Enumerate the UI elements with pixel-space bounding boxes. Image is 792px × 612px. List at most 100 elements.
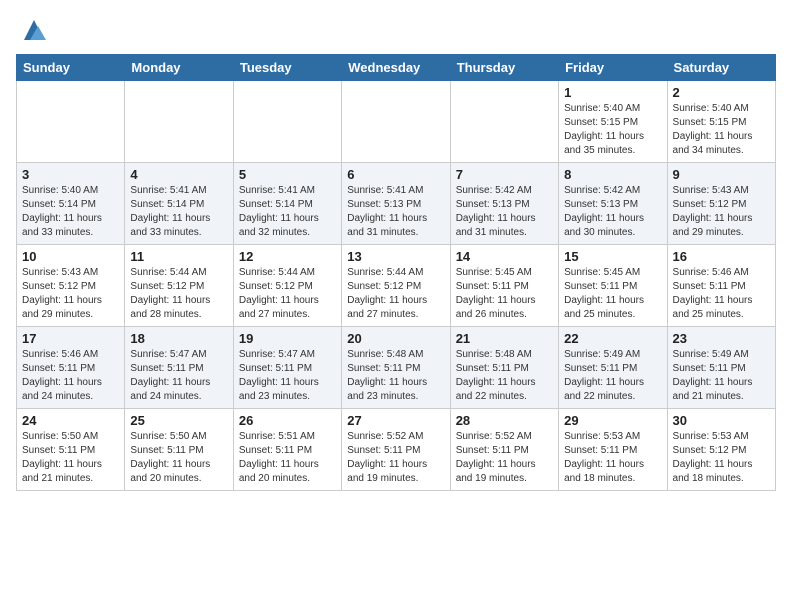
calendar-cell: 10 Sunrise: 5:43 AM Sunset: 5:12 PM Dayli… [17, 245, 125, 327]
day-info: Sunrise: 5:45 AM Sunset: 5:11 PM Dayligh… [456, 266, 553, 322]
day-number: 10 [22, 249, 119, 264]
calendar-cell [17, 81, 125, 163]
calendar-table: SundayMondayTuesdayWednesdayThursdayFrid… [16, 54, 776, 491]
calendar-cell: 15 Sunrise: 5:45 AM Sunset: 5:11 PM Dayli… [559, 245, 667, 327]
calendar-cell: 21 Sunrise: 5:48 AM Sunset: 5:11 PM Dayli… [450, 327, 558, 409]
calendar-cell: 6 Sunrise: 5:41 AM Sunset: 5:13 PM Daylig… [342, 163, 450, 245]
day-number: 26 [239, 413, 336, 428]
day-number: 23 [673, 331, 770, 346]
day-info: Sunrise: 5:45 AM Sunset: 5:11 PM Dayligh… [564, 266, 661, 322]
column-header-tuesday: Tuesday [233, 55, 341, 81]
day-number: 8 [564, 167, 661, 182]
column-header-monday: Monday [125, 55, 233, 81]
day-info: Sunrise: 5:53 AM Sunset: 5:11 PM Dayligh… [564, 430, 661, 486]
day-info: Sunrise: 5:47 AM Sunset: 5:11 PM Dayligh… [130, 348, 227, 404]
calendar-cell: 7 Sunrise: 5:42 AM Sunset: 5:13 PM Daylig… [450, 163, 558, 245]
calendar-cell: 22Sunrise: 5:49 AM Sunset: 5:11 PM Dayli… [559, 327, 667, 409]
day-info: Sunrise: 5:40 AM Sunset: 5:15 PM Dayligh… [673, 102, 770, 158]
calendar-week-row: 3 Sunrise: 5:40 AM Sunset: 5:14 PM Daylig… [17, 163, 776, 245]
calendar-cell [342, 81, 450, 163]
day-info: Sunrise: 5:48 AM Sunset: 5:11 PM Dayligh… [456, 348, 553, 404]
page-header [16, 16, 776, 44]
day-info: Sunrise: 5:43 AM Sunset: 5:12 PM Dayligh… [673, 184, 770, 240]
column-header-wednesday: Wednesday [342, 55, 450, 81]
calendar-week-row: 24 Sunrise: 5:50 AM Sunset: 5:11 PM Dayli… [17, 409, 776, 491]
day-number: 19 [239, 331, 336, 346]
day-info: Sunrise: 5:47 AM Sunset: 5:11 PM Dayligh… [239, 348, 336, 404]
day-number: 16 [673, 249, 770, 264]
day-number: 20 [347, 331, 444, 346]
day-info: Sunrise: 5:42 AM Sunset: 5:13 PM Dayligh… [456, 184, 553, 240]
day-number: 11 [130, 249, 227, 264]
calendar-cell: 17 Sunrise: 5:46 AM Sunset: 5:11 PM Dayli… [17, 327, 125, 409]
day-info: Sunrise: 5:52 AM Sunset: 5:11 PM Dayligh… [456, 430, 553, 486]
day-info: Sunrise: 5:49 AM Sunset: 5:11 PM Dayligh… [673, 348, 770, 404]
calendar-cell: 16 Sunrise: 5:46 AM Sunset: 5:11 PM Dayli… [667, 245, 775, 327]
calendar-cell: 19 Sunrise: 5:47 AM Sunset: 5:11 PM Dayli… [233, 327, 341, 409]
day-info: Sunrise: 5:42 AM Sunset: 5:13 PM Dayligh… [564, 184, 661, 240]
calendar-week-row: 17 Sunrise: 5:46 AM Sunset: 5:11 PM Dayli… [17, 327, 776, 409]
day-number: 15 [564, 249, 661, 264]
day-number: 24 [22, 413, 119, 428]
day-number: 3 [22, 167, 119, 182]
calendar-week-row: 1 Sunrise: 5:40 AM Sunset: 5:15 PM Daylig… [17, 81, 776, 163]
column-header-sunday: Sunday [17, 55, 125, 81]
calendar-cell: 5 Sunrise: 5:41 AM Sunset: 5:14 PM Daylig… [233, 163, 341, 245]
calendar-week-row: 10 Sunrise: 5:43 AM Sunset: 5:12 PM Dayli… [17, 245, 776, 327]
logo [16, 16, 48, 44]
calendar-cell: 13 Sunrise: 5:44 AM Sunset: 5:12 PM Dayli… [342, 245, 450, 327]
calendar-cell: 23 Sunrise: 5:49 AM Sunset: 5:11 PM Dayli… [667, 327, 775, 409]
day-info: Sunrise: 5:49 AM Sunset: 5:11 PM Dayligh… [564, 348, 661, 404]
calendar-cell: 18 Sunrise: 5:47 AM Sunset: 5:11 PM Dayli… [125, 327, 233, 409]
column-header-friday: Friday [559, 55, 667, 81]
day-info: Sunrise: 5:41 AM Sunset: 5:13 PM Dayligh… [347, 184, 444, 240]
day-number: 1 [564, 85, 661, 100]
day-info: Sunrise: 5:40 AM Sunset: 5:15 PM Dayligh… [564, 102, 661, 158]
column-header-saturday: Saturday [667, 55, 775, 81]
calendar-header-row: SundayMondayTuesdayWednesdayThursdayFrid… [17, 55, 776, 81]
day-info: Sunrise: 5:53 AM Sunset: 5:12 PM Dayligh… [673, 430, 770, 486]
day-info: Sunrise: 5:50 AM Sunset: 5:11 PM Dayligh… [130, 430, 227, 486]
day-info: Sunrise: 5:46 AM Sunset: 5:11 PM Dayligh… [673, 266, 770, 322]
day-number: 28 [456, 413, 553, 428]
calendar-cell: 24 Sunrise: 5:50 AM Sunset: 5:11 PM Dayli… [17, 409, 125, 491]
calendar-cell: 1 Sunrise: 5:40 AM Sunset: 5:15 PM Daylig… [559, 81, 667, 163]
calendar-cell: 26Sunrise: 5:51 AM Sunset: 5:11 PM Dayli… [233, 409, 341, 491]
day-info: Sunrise: 5:44 AM Sunset: 5:12 PM Dayligh… [347, 266, 444, 322]
day-info: Sunrise: 5:41 AM Sunset: 5:14 PM Dayligh… [130, 184, 227, 240]
column-header-thursday: Thursday [450, 55, 558, 81]
calendar-cell: 4Sunrise: 5:41 AM Sunset: 5:14 PM Daylig… [125, 163, 233, 245]
day-number: 21 [456, 331, 553, 346]
day-number: 9 [673, 167, 770, 182]
day-number: 2 [673, 85, 770, 100]
calendar-cell: 12Sunrise: 5:44 AM Sunset: 5:12 PM Dayli… [233, 245, 341, 327]
day-number: 27 [347, 413, 444, 428]
day-info: Sunrise: 5:50 AM Sunset: 5:11 PM Dayligh… [22, 430, 119, 486]
day-number: 18 [130, 331, 227, 346]
day-number: 5 [239, 167, 336, 182]
day-number: 13 [347, 249, 444, 264]
calendar-cell: 2 Sunrise: 5:40 AM Sunset: 5:15 PM Daylig… [667, 81, 775, 163]
day-number: 14 [456, 249, 553, 264]
day-number: 17 [22, 331, 119, 346]
calendar-cell: 14 Sunrise: 5:45 AM Sunset: 5:11 PM Dayli… [450, 245, 558, 327]
day-number: 25 [130, 413, 227, 428]
day-number: 30 [673, 413, 770, 428]
calendar-cell: 27 Sunrise: 5:52 AM Sunset: 5:11 PM Dayli… [342, 409, 450, 491]
calendar-cell [233, 81, 341, 163]
day-info: Sunrise: 5:44 AM Sunset: 5:12 PM Dayligh… [239, 266, 336, 322]
day-number: 29 [564, 413, 661, 428]
day-number: 6 [347, 167, 444, 182]
day-info: Sunrise: 5:40 AM Sunset: 5:14 PM Dayligh… [22, 184, 119, 240]
logo-icon [20, 16, 48, 44]
day-number: 7 [456, 167, 553, 182]
day-info: Sunrise: 5:44 AM Sunset: 5:12 PM Dayligh… [130, 266, 227, 322]
day-info: Sunrise: 5:48 AM Sunset: 5:11 PM Dayligh… [347, 348, 444, 404]
calendar-cell: 29 Sunrise: 5:53 AM Sunset: 5:11 PM Dayli… [559, 409, 667, 491]
day-info: Sunrise: 5:46 AM Sunset: 5:11 PM Dayligh… [22, 348, 119, 404]
day-info: Sunrise: 5:52 AM Sunset: 5:11 PM Dayligh… [347, 430, 444, 486]
calendar-cell [450, 81, 558, 163]
calendar-cell: 9 Sunrise: 5:43 AM Sunset: 5:12 PM Daylig… [667, 163, 775, 245]
day-info: Sunrise: 5:41 AM Sunset: 5:14 PM Dayligh… [239, 184, 336, 240]
day-info: Sunrise: 5:43 AM Sunset: 5:12 PM Dayligh… [22, 266, 119, 322]
